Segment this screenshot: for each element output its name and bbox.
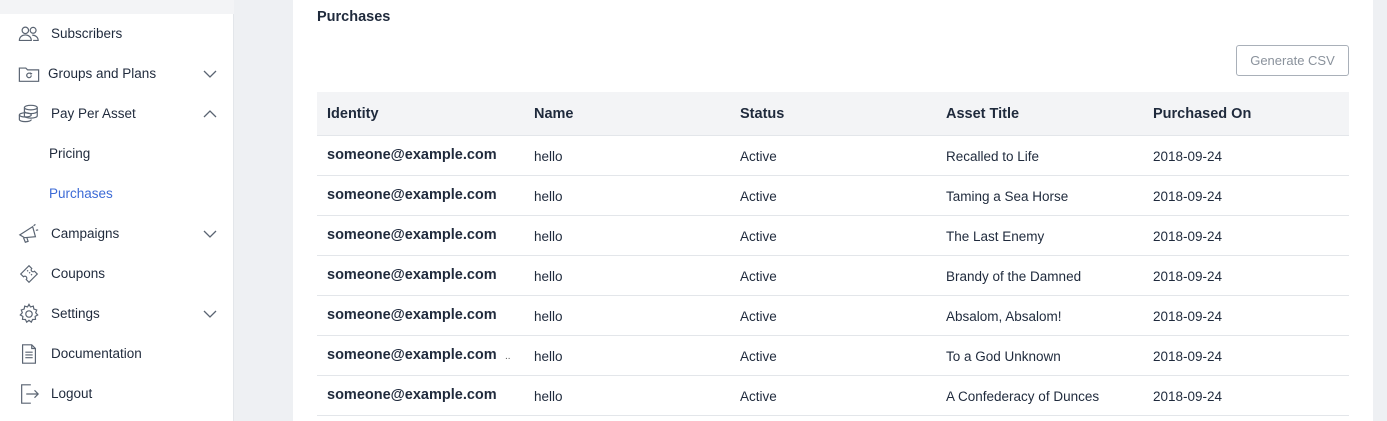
column-header-identity[interactable]: Identity [327,106,379,122]
cell-status: Active [740,309,777,324]
cell-identity: someone@example.com [327,387,497,403]
cell-name: hello [534,229,563,244]
sidebar-item-campaigns[interactable]: Campaigns [0,214,234,254]
logout-icon [17,383,41,405]
cell-purchased-on: 2018-09-24 [1153,149,1223,164]
sidebar-item-pay-per-asset[interactable]: Pay Per Asset [0,94,234,134]
users-icon [17,23,41,45]
cell-asset-title: Absalom, Absalom! [946,309,1062,324]
cell-asset-title: The Last Enemy [946,229,1045,244]
megaphone-icon [17,223,41,245]
chevron-down-icon[interactable] [202,227,218,241]
cell-asset-title: Recalled to Life [946,149,1040,164]
coins-icon [17,103,41,125]
sidebar-item-coupons[interactable]: Coupons [0,254,234,294]
sidebar-item-label: Coupons [51,266,106,281]
sidebar-item-label: Pay Per Asset [51,106,136,121]
cell-purchased-on: 2018-09-24 [1153,269,1223,284]
cell-name: hello [534,269,563,284]
sidebar-top-strip [0,0,234,14]
table-row[interactable]: someone@example.com hello Active Brandy … [317,256,1349,296]
cell-purchased-on: 2018-09-24 [1153,189,1223,204]
cell-asset-title: Brandy of the Damned [946,269,1082,284]
column-header-asset-title[interactable]: Asset Title [946,106,1019,122]
cell-asset-title: A Confederacy of Dunces [946,389,1100,404]
column-header-name[interactable]: Name [534,106,574,122]
table-row[interactable]: someone@example.com hello Active Recalle… [317,136,1349,176]
cell-identity: someone@example.com [327,347,497,363]
sidebar-item-settings[interactable]: Settings [0,294,234,334]
sidebar-item-label: Documentation [51,346,142,361]
sidebar-item-logout[interactable]: Logout [0,374,234,414]
sidebar-item-label: Logout [51,386,93,401]
cell-asset-title: Taming a Sea Horse [946,189,1069,204]
folder-icon [17,63,41,85]
cell-status: Active [740,229,777,244]
sidebar-item-label: Settings [51,306,100,321]
cell-name: hello [534,149,563,164]
document-icon [17,343,41,365]
chevron-up-icon[interactable] [202,107,218,121]
truncation-mark: .. [505,351,511,362]
table-row[interactable]: someone@example.com hello Active The Las… [317,216,1349,256]
table-header: Identity Name Status Asset Title Purchas… [317,92,1349,136]
cell-asset-title: To a God Unknown [946,349,1061,364]
sidebar-item-subscribers[interactable]: Subscribers [0,14,234,54]
table-row[interactable]: someone@example.com hello Active Taming … [317,176,1349,216]
cell-identity: someone@example.com [327,147,497,163]
table-row[interactable]: someone@example.com hello Active Absalom… [317,296,1349,336]
purchases-table: Identity Name Status Asset Title Purchas… [317,92,1349,416]
cell-purchased-on: 2018-09-24 [1153,229,1223,244]
column-header-purchased-on[interactable]: Purchased On [1153,106,1251,122]
column-header-status[interactable]: Status [740,106,784,122]
cell-identity: someone@example.com [327,187,497,203]
sidebar-item-label: Groups and Plans [48,66,157,81]
cell-status: Active [740,269,777,284]
cell-identity: someone@example.com [327,267,497,283]
cell-status: Active [740,349,777,364]
ticket-icon [17,263,41,285]
cell-purchased-on: 2018-09-24 [1153,349,1223,364]
cell-status: Active [740,189,777,204]
cell-name: hello [534,189,563,204]
cell-status: Active [740,389,777,404]
sidebar-item-groups-and-plans[interactable]: Groups and Plans [0,54,234,94]
page-title: Purchases [317,9,391,25]
cell-identity: someone@example.com [327,227,497,243]
cell-status: Active [740,149,777,164]
sidebar-subitem-purchases[interactable]: Purchases [49,186,113,206]
chevron-down-icon[interactable] [202,67,218,81]
cell-name: hello [534,309,563,324]
sidebar: Subscribers Groups and Plans Pay Per Ass… [0,0,234,421]
table-row[interactable]: someone@example.com .. hello Active To a… [317,336,1349,376]
purchases-panel: Purchases Generate CSV Identity Name Sta… [293,0,1373,421]
cell-purchased-on: 2018-09-24 [1153,309,1223,324]
sidebar-item-documentation[interactable]: Documentation [0,334,234,374]
cell-name: hello [534,349,563,364]
cell-purchased-on: 2018-09-24 [1153,389,1223,404]
cell-name: hello [534,389,563,404]
chevron-down-icon[interactable] [202,307,218,321]
cell-identity: someone@example.com [327,307,497,323]
gear-icon [17,303,41,325]
sidebar-subitem-pricing[interactable]: Pricing [49,146,90,166]
sidebar-item-label: Campaigns [51,226,120,241]
sidebar-item-label: Subscribers [51,26,123,41]
table-row[interactable]: someone@example.com hello Active A Confe… [317,376,1349,416]
generate-csv-button[interactable]: Generate CSV [1236,45,1349,76]
